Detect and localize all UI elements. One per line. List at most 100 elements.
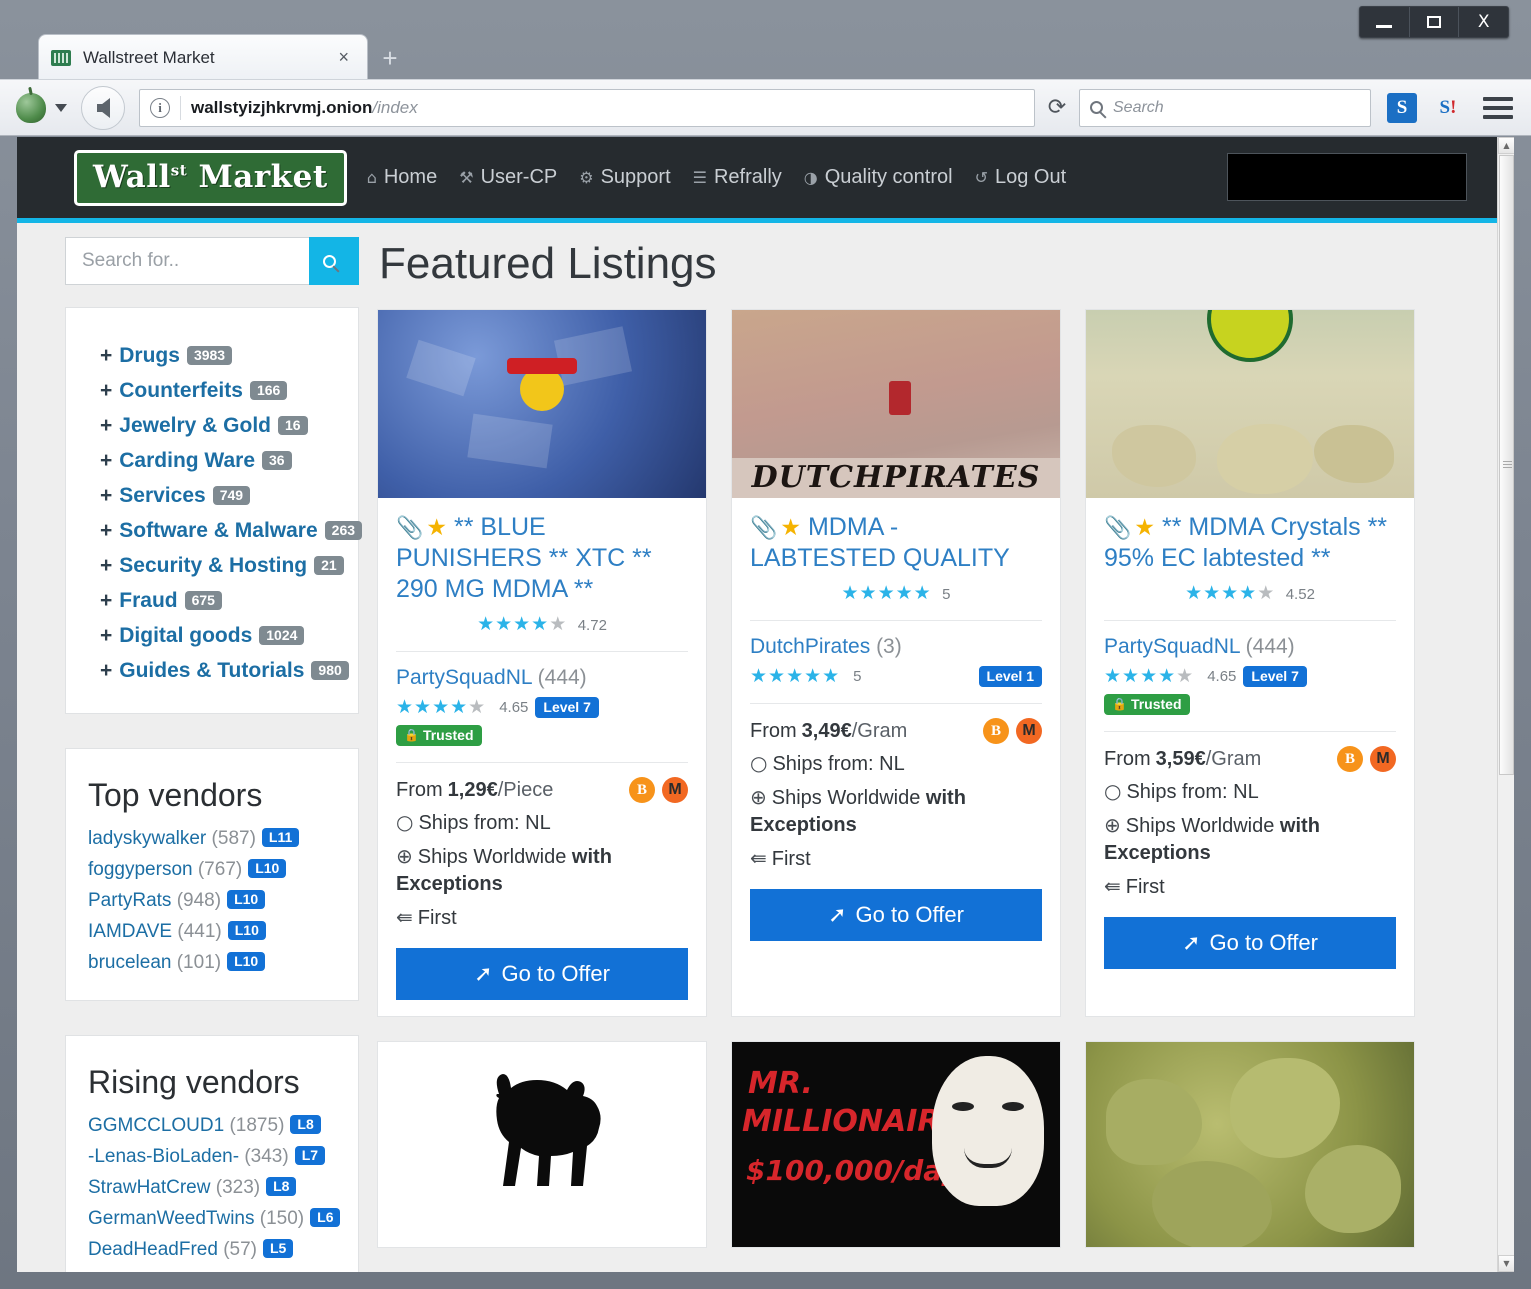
vendor-item[interactable]: ladyskywalker (587) L11 [88, 828, 336, 850]
category-item-software-malware[interactable]: + Software & Malware 263 [100, 519, 363, 543]
page-scrollbar[interactable]: ▲ ▼ [1497, 137, 1514, 1272]
minimize-button[interactable] [1360, 7, 1410, 37]
vendor-item[interactable]: PartyRats (948) L10 [88, 890, 336, 912]
reload-button[interactable]: ⟳ [1035, 89, 1079, 127]
nav-item-log-out[interactable]: ↺ Log Out [975, 166, 1067, 189]
ships-worldwide: ⊕ Ships Worldwide with Exceptions [750, 784, 1042, 839]
from-label: From [1104, 747, 1151, 770]
listing-title[interactable]: 📎 ★ ** BLUE PUNISHERS ** XTC ** 290 MG MD… [396, 512, 688, 605]
arrow-right-icon: ➚ [474, 961, 493, 986]
home-icon: ⌂ [366, 168, 377, 187]
lock-icon: 🔒 [1112, 697, 1127, 711]
nav-item-home[interactable]: ⌂ Home [367, 166, 438, 189]
vendor-name: DutchPirates [750, 635, 871, 658]
search-input[interactable]: Search for.. [65, 237, 309, 285]
vendor-item[interactable]: DeadHeadFred (57) L5 [88, 1239, 336, 1261]
go-to-offer-button[interactable]: ➚ Go to Offer [750, 889, 1042, 941]
tab-wallstreet-market[interactable]: Wallstreet Market × [38, 34, 368, 80]
expand-icon: + [100, 624, 113, 647]
chevron-down-icon[interactable] [55, 103, 67, 112]
menu-button[interactable] [1483, 92, 1513, 124]
nav-item-user-cp[interactable]: ⚒ User-CP [459, 166, 557, 189]
ships-from: ○ Ships from: NL [750, 750, 1042, 778]
site-logo[interactable]: Wallst Market [74, 149, 347, 206]
listing-title[interactable]: 📎 ★ ** MDMA Crystals ** 95% EC labtested … [1104, 512, 1396, 574]
vendor-item[interactable]: GGMCCLOUD1 (1875) L8 [88, 1115, 336, 1137]
extension-icon-blue-s[interactable]: S [1387, 92, 1417, 123]
category-item-security-hosting[interactable]: + Security & Hosting 21 [100, 554, 344, 578]
category-item-fraud[interactable]: + Fraud 675 [100, 589, 344, 613]
category-item-carding-ware[interactable]: + Carding Ware 36 [100, 449, 344, 473]
ships-worldwide-label: Ships Worldwide [771, 787, 921, 809]
browser-search-box[interactable]: Search [1079, 88, 1371, 127]
go-to-offer-button[interactable]: ➚ Go to Offer [1104, 917, 1396, 969]
vendor-level-badge: Level 1 [978, 665, 1042, 687]
price-value: 3,49€ [801, 719, 852, 742]
nav-item-support[interactable]: ⚙ Support [579, 166, 670, 189]
vendor-name: foggyperson [88, 859, 193, 880]
scrollbar-thumb[interactable] [1499, 155, 1514, 775]
tab-close-icon[interactable]: × [332, 47, 355, 68]
listing-card[interactable]: DUTCHPIRATES 📎 ★ MDMA - LABTESTED QUALITY… [731, 309, 1061, 1017]
category-item-services[interactable]: + Services 749 [100, 484, 344, 508]
category-label: Fraud [119, 589, 178, 612]
vendor-item[interactable]: foggyperson (767) L10 [88, 859, 336, 881]
category-item-digital-goods[interactable]: + Digital goods 1024 [100, 624, 344, 648]
url-bar[interactable]: i wallstyizjhkrvmj.onion/index [139, 88, 1035, 127]
listing-card[interactable] [1085, 1041, 1415, 1248]
listing-grid: 📎 ★ ** BLUE PUNISHERS ** XTC ** 290 MG MD… [377, 309, 1471, 1248]
nav-label: Support [600, 166, 671, 188]
attachment-icon: 📎 [1104, 516, 1132, 541]
category-count: 16 [277, 416, 308, 435]
back-button[interactable] [81, 85, 125, 130]
vendor-item[interactable]: brucelean (101) L10 [88, 952, 336, 974]
listing-title[interactable]: 📎 ★ MDMA - LABTESTED QUALITY [750, 512, 1042, 574]
listing-vendor[interactable]: PartySquadNL (444) [1104, 635, 1396, 659]
site-info-icon[interactable]: i [150, 97, 170, 118]
search-placeholder: Search for.. [82, 250, 180, 271]
expand-icon: + [100, 519, 113, 542]
maximize-button[interactable] [1410, 7, 1460, 37]
category-item-guides-tutorials[interactable]: + Guides & Tutorials 980 [100, 659, 349, 683]
vendor-item[interactable]: IAMDAVE (441) L10 [88, 921, 336, 943]
vendor-sales: (3) [876, 635, 902, 658]
go-to-offer-button[interactable]: ➚ Go to Offer [396, 948, 688, 1000]
cannabis-buds-photo [1086, 1042, 1414, 1247]
listing-vendor[interactable]: PartySquadNL (444) [396, 666, 688, 690]
vendor-item[interactable]: GermanWeedTwins (150) L6 [88, 1208, 341, 1230]
search-button[interactable] [309, 237, 359, 285]
ships-from-label: Ships from: NL [772, 753, 905, 775]
extension-icon-red-s[interactable]: S! [1433, 93, 1463, 123]
nav-label: Quality control [824, 166, 953, 188]
listing-vendor[interactable]: DutchPirates (3) [750, 635, 1042, 659]
vendor-level-badge: L8 [290, 1115, 321, 1134]
vendor-item[interactable]: StrawHatCrew (323) L8 [88, 1177, 336, 1199]
globe-icon: ○ [396, 810, 414, 834]
new-tab-button[interactable]: + [375, 44, 405, 74]
logo-text-sup: st [170, 161, 188, 180]
category-item-jewelry-gold[interactable]: + Jewelry & Gold 16 [100, 414, 344, 438]
scroll-down-button[interactable]: ▼ [1498, 1255, 1514, 1272]
category-panel: + Drugs 3983 + Counterfeits 166 + Jewelry & G… [65, 307, 363, 714]
close-button[interactable]: X [1459, 7, 1508, 37]
vendor-meta: ★★★★★ 4.65 Level 7 🔒 Trusted [1104, 665, 1396, 715]
banner-line-1: MR. [748, 1066, 813, 1101]
listing-card[interactable]: MR. MILLIONAIRE $100,000/day [731, 1041, 1061, 1248]
nav-item-refrally[interactable]: ☰ Refrally [693, 166, 782, 189]
vendor-name: DeadHeadFred [88, 1239, 218, 1260]
listing-card[interactable] [377, 1041, 707, 1248]
tor-onion-icon[interactable] [16, 92, 46, 123]
vendor-item[interactable]: -Lenas-BioLaden- (343) L7 [88, 1146, 336, 1168]
ships-worldwide-label: Ships Worldwide [417, 846, 567, 868]
listing-card[interactable]: 📎 ★ ** BLUE PUNISHERS ** XTC ** 290 MG MD… [377, 309, 707, 1017]
ships-from-label: Ships from: NL [1126, 781, 1259, 803]
category-item-drugs[interactable]: + Drugs 3983 [100, 344, 344, 368]
category-item-counterfeits[interactable]: + Counterfeits 166 [100, 379, 344, 403]
arrow-right-icon: ➚ [1182, 930, 1201, 955]
listing-card[interactable]: 📎 ★ ** MDMA Crystals ** 95% EC labtested … [1085, 309, 1415, 1017]
featured-star-icon: ★ [426, 515, 448, 541]
price-unit: /Gram [1205, 747, 1262, 770]
nav-item-quality-control[interactable]: ◑ Quality control [804, 166, 953, 189]
scroll-up-button[interactable]: ▲ [1498, 137, 1514, 154]
divider [180, 95, 181, 120]
